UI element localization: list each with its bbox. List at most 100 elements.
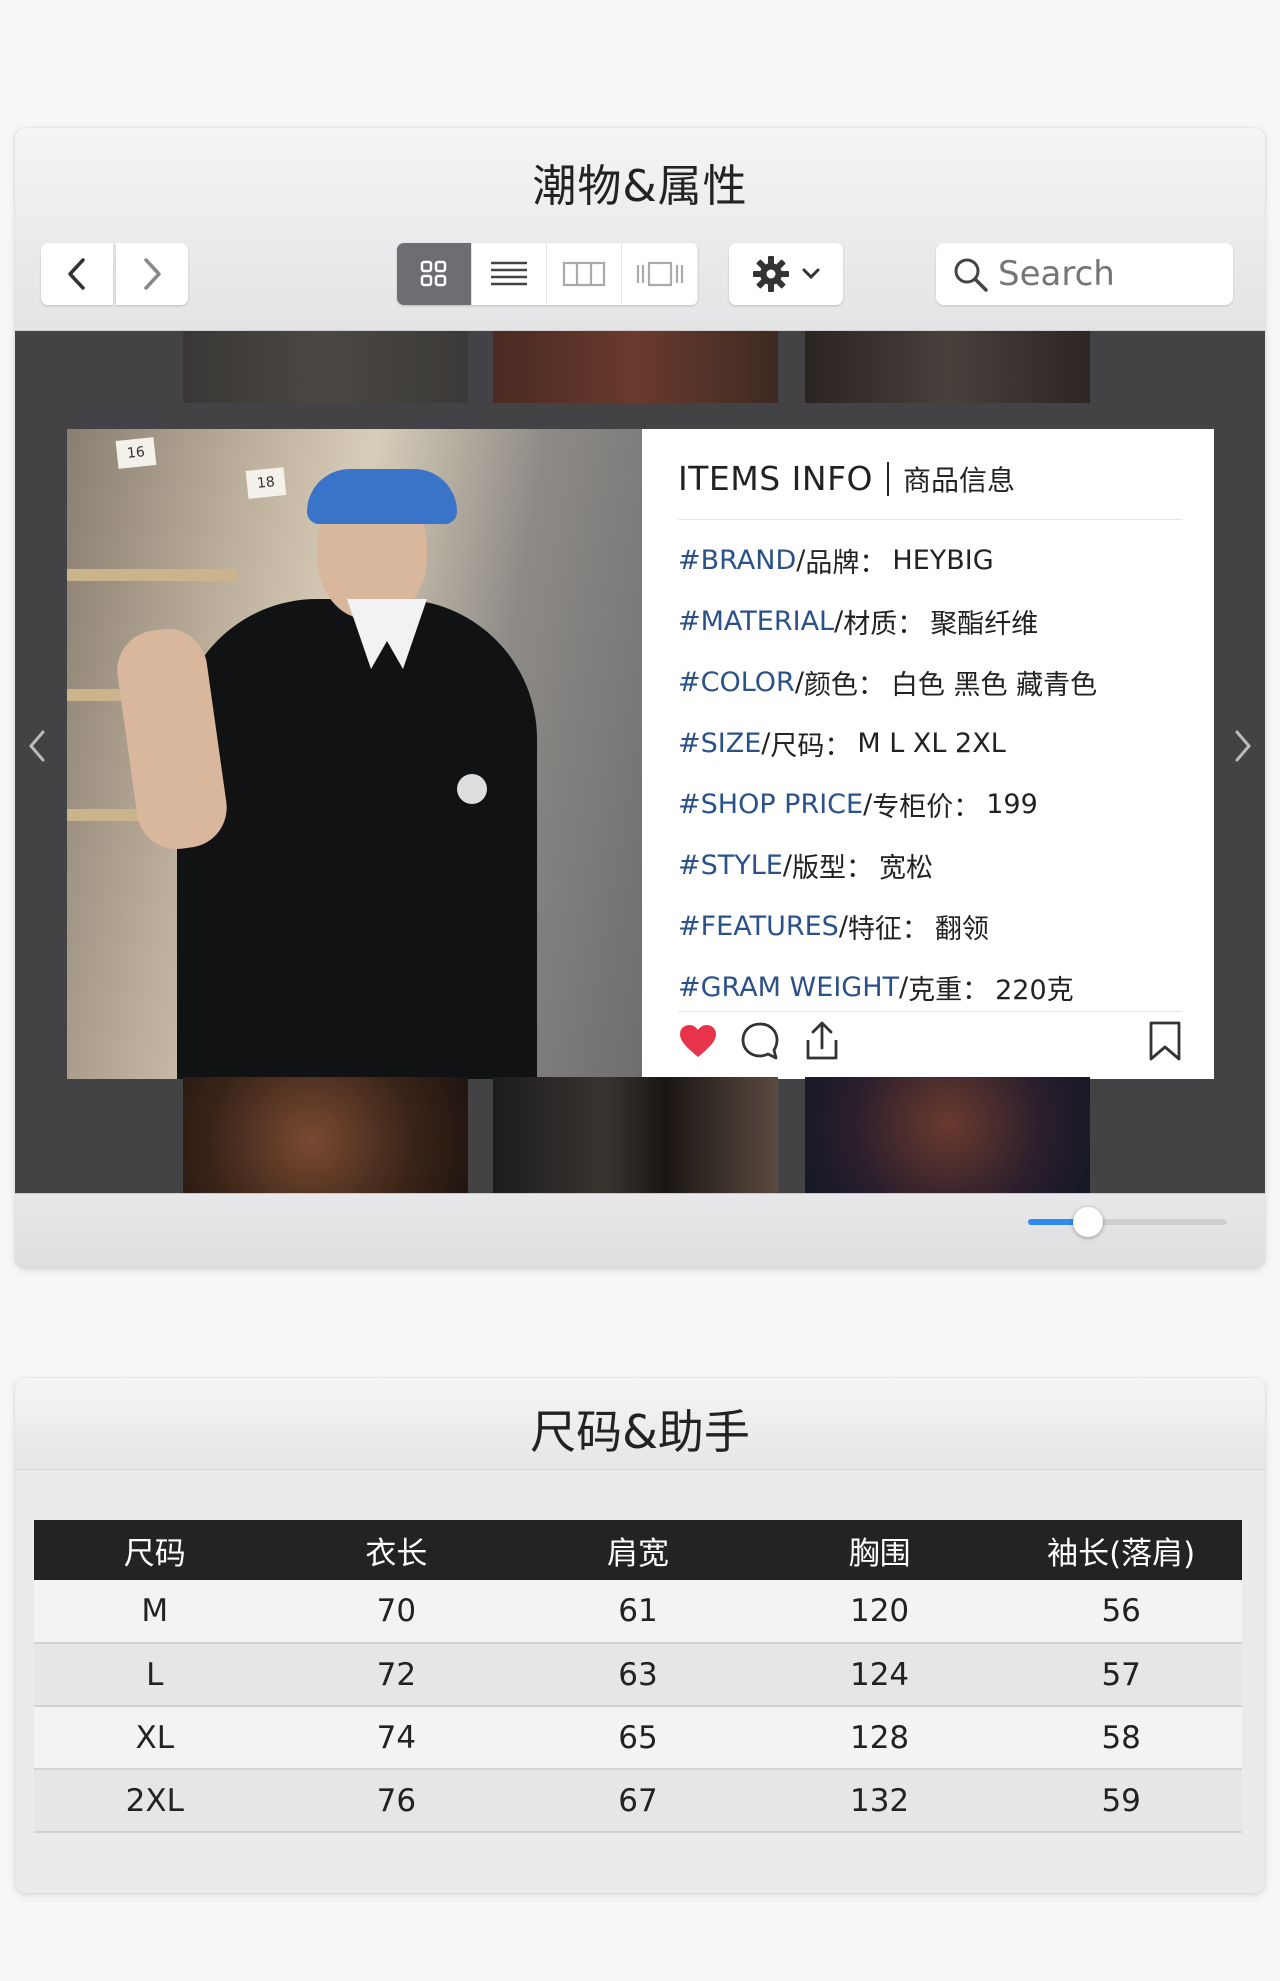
table-cell: M (34, 1580, 276, 1644)
gallery-icon (636, 261, 683, 287)
price-tag: 16 (115, 437, 157, 469)
table-cell: 76 (275, 1769, 518, 1833)
info-value: 199 (986, 789, 1038, 820)
icon-view-button[interactable] (397, 243, 472, 305)
info-key-zh: 品牌： (805, 548, 887, 579)
info-row-material: #MATERIAL / 材质： 聚酯纤维 (678, 591, 1182, 652)
bookmark-button[interactable] (1148, 1020, 1182, 1062)
info-key[interactable]: #GRAM WEIGHT (678, 972, 899, 1003)
info-value: 220克 (995, 975, 1074, 1006)
info-row-shop-price: #SHOP PRICE / 专柜价： 199 (678, 774, 1182, 835)
gallery-view-button[interactable] (622, 243, 697, 305)
table-cell: L (34, 1643, 276, 1707)
info-key-zh: 材质： (843, 609, 925, 640)
heart-icon (680, 1024, 716, 1057)
grid-icon (420, 260, 447, 287)
thumbnail[interactable] (493, 1077, 778, 1193)
info-row-color: #COLOR / 颜色： 白色 黑色 藏青色 (678, 652, 1182, 713)
divider (887, 462, 890, 496)
chevron-left-icon (68, 258, 85, 290)
zoom-slider-knob[interactable] (1072, 1207, 1103, 1237)
table-cell: 58 (1000, 1706, 1242, 1770)
action-menu-button[interactable] (729, 243, 843, 305)
info-key-zh: 尺码： (770, 731, 852, 762)
table-cell: 65 (517, 1706, 759, 1770)
info-row-gram-weight: #GRAM WEIGHT / 克重： 220克 (678, 957, 1182, 1018)
info-key[interactable]: #SIZE (678, 728, 761, 759)
model-cap (307, 469, 457, 524)
comment-button[interactable] (740, 1021, 780, 1061)
product-photo: 16 18 (67, 429, 642, 1079)
thumbnail[interactable] (493, 331, 778, 403)
title-bar: 尺码&助手 (15, 1378, 1265, 1470)
table-header-row: 尺码 衣长 肩宽 胸围 袖长(落肩) (34, 1520, 1242, 1580)
info-key[interactable]: #COLOR (678, 667, 795, 698)
info-row-size: #SIZE / 尺码： M L XL 2XL (678, 713, 1182, 774)
column-header: 衣长 (275, 1520, 518, 1580)
product-card: 16 18 ITEMS INFO 商品信息 #BRAND / 品牌： HEYBIG (67, 429, 1214, 1079)
column-view-button[interactable] (547, 243, 622, 305)
info-key-zh: 克重： (908, 975, 990, 1006)
info-title-zh: 商品信息 (903, 464, 1016, 497)
thumbnail[interactable] (805, 331, 1090, 403)
thumbnail[interactable] (805, 1077, 1090, 1193)
shirt-badge (457, 774, 487, 804)
search-field[interactable] (936, 243, 1233, 305)
forward-button[interactable] (116, 243, 188, 305)
table-cell: 57 (1000, 1643, 1242, 1707)
action-bar (678, 1011, 1182, 1069)
table-cell: 61 (517, 1580, 759, 1644)
shelf (67, 569, 237, 581)
info-key-zh: 颜色： (803, 670, 885, 701)
browser-stage: 16 18 ITEMS INFO 商品信息 #BRAND / 品牌： HEYBIG (15, 331, 1265, 1193)
like-button[interactable] (678, 1023, 718, 1059)
share-button[interactable] (802, 1020, 842, 1062)
table-row: XL 74 65 128 58 (34, 1706, 1242, 1770)
table-cell: 124 (758, 1643, 1001, 1707)
gear-icon (753, 256, 789, 292)
chevron-left-icon (29, 730, 45, 762)
info-key[interactable]: #STYLE (678, 850, 783, 881)
model-shirt (177, 599, 537, 1079)
product-window: 潮物&属性 Search 16 18 ITEMS INFO 商品信息 #BRAN… (15, 128, 1265, 1268)
next-arrow[interactable] (1223, 716, 1263, 776)
info-key[interactable]: #FEATURES (678, 911, 839, 942)
table-cell: 120 (758, 1580, 1001, 1644)
bookmark-icon (1149, 1021, 1181, 1060)
table-cell: 70 (275, 1580, 518, 1644)
table-cell: 128 (758, 1706, 1001, 1770)
list-icon (491, 261, 527, 286)
search-input[interactable] (998, 254, 1198, 294)
thumbnail[interactable] (183, 331, 468, 403)
search-icon (954, 258, 988, 292)
info-header: ITEMS INFO 商品信息 (678, 459, 1182, 520)
zoom-slider[interactable] (1028, 1207, 1227, 1237)
info-key[interactable]: #SHOP PRICE (678, 789, 863, 820)
chevron-down-icon (802, 268, 820, 280)
info-value: M L XL 2XL (857, 728, 1006, 759)
table-row: 2XL 76 67 132 59 (34, 1769, 1242, 1833)
share-icon (806, 1021, 838, 1059)
table-cell: 74 (275, 1706, 518, 1770)
table-row: M 70 61 120 56 (34, 1580, 1242, 1644)
info-value: 宽松 (878, 853, 933, 884)
table-cell: 56 (1000, 1580, 1242, 1644)
list-view-button[interactable] (472, 243, 547, 305)
comment-icon (741, 1022, 779, 1059)
table-cell: 72 (275, 1643, 518, 1707)
table-cell: 59 (1000, 1769, 1242, 1833)
status-bar (15, 1193, 1265, 1268)
chevron-right-icon (1235, 730, 1251, 762)
table-cell: 2XL (34, 1769, 276, 1833)
info-key[interactable]: #BRAND (678, 545, 796, 576)
info-key[interactable]: #MATERIAL (678, 606, 834, 637)
size-table: 尺码 衣长 肩宽 胸围 袖长(落肩) M 70 61 120 56 L 72 6… (34, 1520, 1242, 1833)
previous-arrow[interactable] (17, 716, 57, 776)
thumbnail[interactable] (183, 1077, 468, 1193)
back-button[interactable] (41, 243, 113, 305)
info-list: #BRAND / 品牌： HEYBIG #MATERIAL / 材质： 聚酯纤维 #COLO… (678, 530, 1182, 1018)
column-header: 肩宽 (517, 1520, 759, 1580)
table-cell: 132 (758, 1769, 1001, 1833)
window-title: 尺码&助手 (530, 1405, 750, 1459)
table-cell: 63 (517, 1643, 759, 1707)
